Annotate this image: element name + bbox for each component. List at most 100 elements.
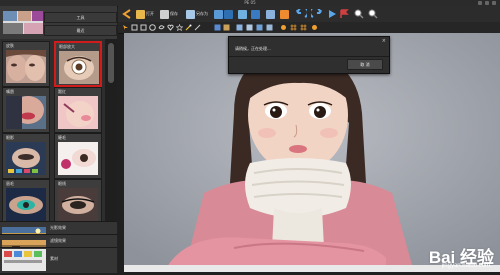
skin-thumbnail <box>6 50 46 83</box>
close-button[interactable] <box>492 1 496 5</box>
grid-hash-icon[interactable] <box>300 24 307 31</box>
watermark-url: jingyan.baidu.com <box>441 263 490 269</box>
main-toolbar: 打开 保存 另存为 <box>118 6 500 23</box>
rect-select-icon[interactable] <box>131 24 138 31</box>
zoom-in-icon <box>354 9 364 19</box>
rotate-icon[interactable] <box>256 24 263 31</box>
dialog-message: 请稍候，正在处理... <box>235 46 271 51</box>
zoom-in-button[interactable] <box>354 8 364 20</box>
maximize-button[interactable] <box>485 1 489 5</box>
save-button[interactable]: 保存 <box>160 8 178 20</box>
dialog-close-icon[interactable]: × <box>382 38 386 44</box>
tile-label: 眉毛 <box>6 181 14 186</box>
undo-icon <box>296 9 307 18</box>
grid-icon[interactable] <box>223 24 230 31</box>
filters-thumbnail <box>2 236 46 251</box>
sidebar: 工具 最近 皮肤 眼部放大 嘴唇 腮红 眼影 睫毛 眉毛 眼线 光影效果 滤镜效… <box>0 6 117 273</box>
heart-icon[interactable] <box>167 24 174 31</box>
ellipse-select-icon[interactable] <box>149 24 156 31</box>
settings-icon[interactable] <box>311 24 318 31</box>
mail-icon <box>280 9 289 19</box>
adjust-icon[interactable] <box>214 24 221 31</box>
tile-label: 嘴唇 <box>6 89 14 94</box>
save-icon <box>160 9 169 19</box>
materials-thumbnail <box>2 249 46 271</box>
picture-icon <box>238 9 247 19</box>
save-as-label: 另存为 <box>196 11 208 16</box>
image-icon <box>214 9 223 19</box>
resize-icon[interactable] <box>236 24 243 31</box>
play-button[interactable] <box>328 8 337 20</box>
minimize-button[interactable] <box>478 1 482 5</box>
tile-blush[interactable]: 腮红 <box>54 87 102 133</box>
tile-label: 皮肤 <box>6 43 14 48</box>
baidu-watermark: Bai 经验 jingyan.baidu.com <box>429 243 494 269</box>
category-materials[interactable]: 素材 <box>0 247 117 273</box>
dialog-cancel-button[interactable]: 取 消 <box>347 59 383 70</box>
redo-icon <box>311 9 322 18</box>
lighting-thumbnail <box>2 223 46 238</box>
photo-icon <box>266 9 275 19</box>
sidebar-header: 工具 最近 <box>0 6 117 39</box>
hash-icon[interactable] <box>290 24 297 31</box>
lasso-icon[interactable] <box>158 24 165 31</box>
eyeliner-thumbnail <box>58 188 98 221</box>
category-label: 素材 <box>50 256 58 261</box>
sun-icon[interactable] <box>280 24 287 31</box>
category-filters[interactable]: 滤镜效果 <box>0 234 117 251</box>
mail-button[interactable] <box>280 8 289 20</box>
image-tool-4[interactable] <box>266 8 275 20</box>
tile-label: 眼影 <box>6 135 14 140</box>
category-lighting[interactable]: 光影效果 <box>0 221 117 238</box>
redo-button[interactable] <box>311 8 322 20</box>
category-label: 光影效果 <box>50 225 66 230</box>
tile-label: 眼线 <box>58 181 66 186</box>
recent-button[interactable]: 最近 <box>44 25 117 36</box>
lips-thumbnail <box>6 96 46 129</box>
magic-wand-icon[interactable] <box>185 24 192 31</box>
back-arrow-icon[interactable] <box>122 8 131 20</box>
monitor-icon <box>251 9 260 19</box>
tile-eyeliner[interactable]: 眼线 <box>54 179 102 225</box>
eyelash-thumbnail <box>58 142 98 175</box>
save-label: 保存 <box>170 11 178 16</box>
dialog-divider <box>229 56 389 57</box>
undo-button[interactable] <box>296 8 307 20</box>
tile-label: 眼部放大 <box>59 44 75 49</box>
folder-icon <box>136 9 145 19</box>
tile-eyelash[interactable]: 睫毛 <box>54 133 102 179</box>
blush-thumbnail <box>58 96 98 129</box>
pointer-icon[interactable] <box>122 24 129 31</box>
open-button[interactable]: 打开 <box>136 8 154 20</box>
flag-icon <box>340 9 349 18</box>
image-tool-3[interactable] <box>251 8 260 20</box>
tile-label: 腮红 <box>58 89 66 94</box>
star-icon[interactable] <box>176 24 183 31</box>
layers-icon <box>224 9 233 19</box>
play-icon <box>329 10 336 18</box>
image-tool-2[interactable] <box>238 8 247 20</box>
pen-icon[interactable] <box>194 24 201 31</box>
effects-scrollbar[interactable] <box>105 39 117 221</box>
effects-panel: 皮肤 眼部放大 嘴唇 腮红 眼影 睫毛 眉毛 眼线 <box>0 39 105 225</box>
recent-thumbnail-strip[interactable] <box>3 11 43 34</box>
eyeshadow-thumbnail <box>6 142 46 175</box>
flip-icon[interactable] <box>266 24 273 31</box>
tile-eyebrow[interactable]: 眉毛 <box>2 179 50 225</box>
open-label: 打开 <box>146 11 154 16</box>
zoom-out-button[interactable] <box>368 8 378 20</box>
tools-button[interactable]: 工具 <box>44 12 117 23</box>
square-icon[interactable] <box>140 24 147 31</box>
flag-button[interactable] <box>340 8 349 20</box>
image-tool-1[interactable] <box>214 8 233 20</box>
tile-skin[interactable]: 皮肤 <box>2 41 50 87</box>
tile-eyeshadow[interactable]: 眼影 <box>2 133 50 179</box>
save-as-button[interactable]: 另存为 <box>186 8 208 20</box>
tile-lips[interactable]: 嘴唇 <box>2 87 50 133</box>
tile-eye-enlarge[interactable]: 眼部放大 <box>54 41 102 87</box>
crop-icon[interactable] <box>246 24 253 31</box>
tile-label: 睫毛 <box>58 135 66 140</box>
eyebrow-thumbnail <box>6 188 46 221</box>
scrollbar-thumb[interactable] <box>108 43 114 83</box>
save-as-icon <box>186 9 195 19</box>
